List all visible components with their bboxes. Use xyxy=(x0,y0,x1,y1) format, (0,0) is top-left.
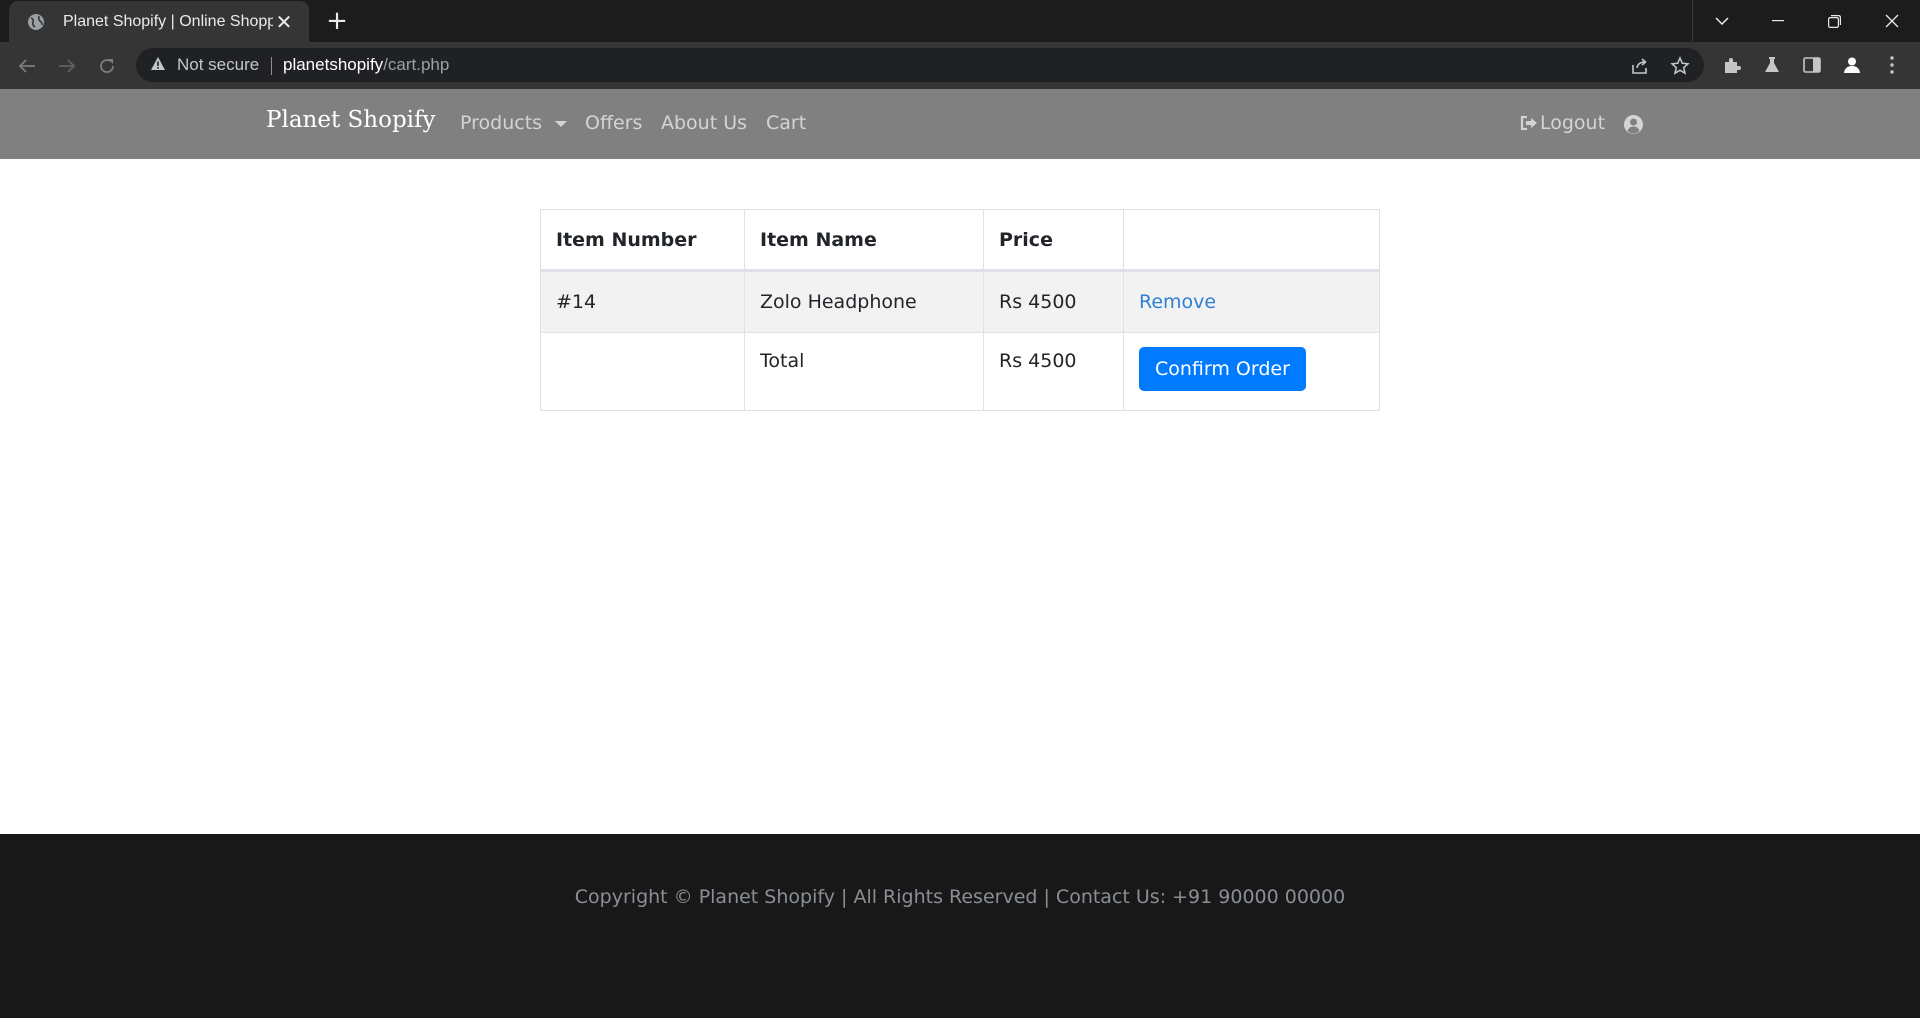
cart-table: Item Number Item Name Price #14 Zolo Hea… xyxy=(540,209,1380,411)
nav-offers[interactable]: Offers xyxy=(585,112,642,134)
side-panel-icon xyxy=(1803,57,1821,73)
profile-button[interactable] xyxy=(1841,54,1863,76)
brand-logo[interactable]: Planet Shopify xyxy=(266,107,436,133)
url-path: /cart.php xyxy=(383,55,450,74)
logout-link[interactable]: Logout xyxy=(1520,112,1605,134)
total-row: Total Rs 4500 Confirm Order xyxy=(540,332,1380,411)
user-circle-icon[interactable] xyxy=(1623,114,1644,135)
omnibox-divider xyxy=(271,57,272,75)
header-item-name: Item Name xyxy=(744,209,984,272)
minimize-icon xyxy=(1771,20,1784,22)
item-number: #14 xyxy=(540,270,745,333)
restore-icon xyxy=(1828,14,1841,28)
new-tab-button[interactable]: + xyxy=(326,6,348,36)
url-text[interactable]: planetshopify/cart.php xyxy=(283,55,449,75)
header-action xyxy=(1123,209,1380,272)
forward-button[interactable] xyxy=(53,52,81,80)
close-window-button[interactable] xyxy=(1863,0,1920,42)
total-value: Rs 4500 xyxy=(983,332,1124,411)
footer-copyright: Copyright © Planet Shopify | All Rights … xyxy=(574,886,1346,908)
tab-close-icon[interactable]: ✕ xyxy=(273,10,295,34)
labs-button[interactable] xyxy=(1761,54,1783,76)
table-header-row: Item Number Item Name Price xyxy=(540,209,1380,272)
dropdown-caret-icon[interactable] xyxy=(555,121,567,127)
site-navbar: Planet Shopify Products Offers About Us … xyxy=(0,89,1920,159)
reload-icon xyxy=(100,59,114,73)
item-name: Zolo Headphone xyxy=(744,270,984,333)
item-action-cell: Remove xyxy=(1123,270,1380,333)
item-price: Rs 4500 xyxy=(983,270,1124,333)
tab-title: Planet Shopify | Online Shopping xyxy=(63,12,273,30)
nav-products[interactable]: Products xyxy=(460,112,542,134)
nav-cart[interactable]: Cart xyxy=(766,112,806,134)
browser-tab[interactable]: Planet Shopify | Online Shopping ✕ xyxy=(9,1,309,42)
table-row: #14 Zolo Headphone Rs 4500 Remove xyxy=(540,270,1380,333)
browser-menu-button[interactable] xyxy=(1881,54,1903,76)
header-price: Price xyxy=(983,209,1124,272)
star-icon[interactable] xyxy=(1670,56,1690,76)
url-host: planetshopify xyxy=(283,55,384,74)
forward-icon xyxy=(59,59,76,73)
labs-icon xyxy=(1765,57,1779,72)
minimize-button[interactable] xyxy=(1749,0,1806,42)
logout-icon xyxy=(1520,115,1537,131)
extensions-icon xyxy=(1725,58,1741,73)
logout-label: Logout xyxy=(1540,112,1606,134)
nav-about-us[interactable]: About Us xyxy=(661,112,747,134)
warning-icon xyxy=(151,57,165,70)
empty-cell xyxy=(540,332,745,411)
remove-link[interactable]: Remove xyxy=(1139,291,1216,313)
back-icon xyxy=(18,59,35,73)
site-footer: Copyright © Planet Shopify | All Rights … xyxy=(0,834,1920,1018)
address-bar[interactable]: Not secure planetshopify/cart.php xyxy=(136,48,1704,82)
restore-button[interactable] xyxy=(1806,0,1863,42)
side-panel-button[interactable] xyxy=(1801,54,1823,76)
tab-search-button[interactable] xyxy=(1692,0,1750,42)
chevron-down-icon xyxy=(1714,17,1729,25)
confirm-order-button[interactable]: Confirm Order xyxy=(1139,347,1306,391)
confirm-cell: Confirm Order xyxy=(1123,332,1380,411)
share-icon[interactable] xyxy=(1630,56,1650,76)
reload-button[interactable] xyxy=(93,52,121,80)
back-button[interactable] xyxy=(13,52,41,80)
extensions-button[interactable] xyxy=(1721,54,1743,76)
browser-tab-strip: Planet Shopify | Online Shopping ✕ + xyxy=(0,0,1920,42)
security-label[interactable]: Not secure xyxy=(177,55,259,75)
menu-icon xyxy=(1890,56,1894,74)
globe-icon xyxy=(28,13,44,30)
total-label: Total xyxy=(744,332,984,411)
close-icon xyxy=(1885,14,1898,28)
header-item-number: Item Number xyxy=(540,209,745,272)
profile-icon xyxy=(1844,57,1860,73)
